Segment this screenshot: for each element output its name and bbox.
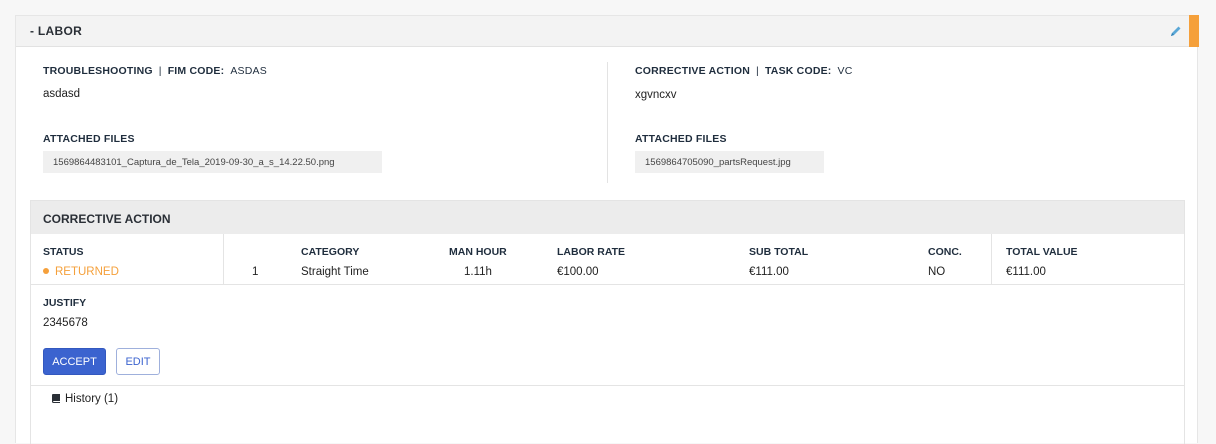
fim-code-label: FIM CODE: [167, 65, 225, 77]
man-hour-header: MAN HOUR [449, 246, 507, 258]
total-value-header: TOTAL VALUE [1006, 246, 1078, 258]
status-badge: RETURNED [43, 266, 119, 278]
conc-value: NO [928, 266, 946, 278]
qty-value: 1 [252, 266, 259, 278]
history-label[interactable]: History (1) [65, 393, 118, 405]
attached-file-chip[interactable]: 1569864705090_partsRequest.jpg [635, 151, 824, 173]
book-icon [52, 394, 60, 403]
column-divider [223, 234, 224, 284]
status-header: STATUS [43, 246, 84, 258]
labor-rate-header: LABOR RATE [557, 246, 626, 258]
accept-button[interactable]: ACCEPT [43, 348, 106, 375]
troubleshooting-files-label: ATTACHED FILES [43, 133, 135, 145]
accent-bar [1189, 15, 1199, 47]
total-value: €111.00 [1006, 266, 1046, 278]
attached-file-chip[interactable]: 1569864483101_Captura_de_Tela_2019-09-30… [43, 151, 382, 173]
task-code-label: TASK CODE: [764, 65, 832, 77]
labor-panel: - LABOR TROUBLESHOOTING | FIM CODE: ASDAS a… [15, 15, 1199, 444]
history-divider [31, 385, 1184, 386]
justify-value: 2345678 [43, 317, 88, 329]
troubleshooting-heading: TROUBLESHOOTING | FIM CODE: ASDAS [43, 65, 267, 77]
separator: | [756, 65, 759, 77]
troubleshooting-text: asdasd [43, 88, 81, 100]
corrective-label: CORRECTIVE ACTION [635, 65, 751, 77]
status-value: RETURNED [55, 266, 119, 278]
pencil-icon[interactable] [1169, 24, 1183, 38]
corrective-heading: CORRECTIVE ACTION | TASK CODE: VC [635, 65, 853, 77]
edit-button[interactable]: EDIT [116, 348, 160, 375]
category-value: Straight Time [301, 266, 369, 278]
status-dot-icon [43, 268, 49, 274]
column-divider [991, 234, 992, 284]
corrective-text: xgvncxv [635, 89, 677, 101]
history-link[interactable]: History (1) [51, 393, 118, 405]
corrective-action-header: CORRECTIVE ACTION [31, 201, 1184, 234]
man-hour-value: 1.11h [464, 266, 492, 278]
conc-header: CONC. [928, 246, 962, 258]
sub-total-header: SUB TOTAL [749, 246, 809, 258]
fim-code-value: ASDAS [230, 65, 267, 77]
corrective-action-title: CORRECTIVE ACTION [43, 212, 171, 226]
labor-rate-value: €100.00 [557, 266, 599, 278]
column-divider [607, 62, 608, 183]
justify-label: JUSTIFY [43, 297, 87, 309]
corrective-files-label: ATTACHED FILES [635, 133, 727, 145]
category-header: CATEGORY [301, 246, 360, 258]
separator: | [158, 65, 162, 77]
panel-title[interactable]: - LABOR [30, 24, 82, 38]
sub-total-value: €111.00 [749, 266, 789, 278]
task-code-value: VC [837, 65, 853, 77]
corrective-action-box: CORRECTIVE ACTION STATUS CATEGORY MAN HO… [30, 200, 1185, 444]
troubleshooting-label: TROUBLESHOOTING [43, 65, 153, 77]
row-divider [31, 284, 1184, 285]
labor-panel-header[interactable]: - LABOR [16, 15, 1199, 47]
